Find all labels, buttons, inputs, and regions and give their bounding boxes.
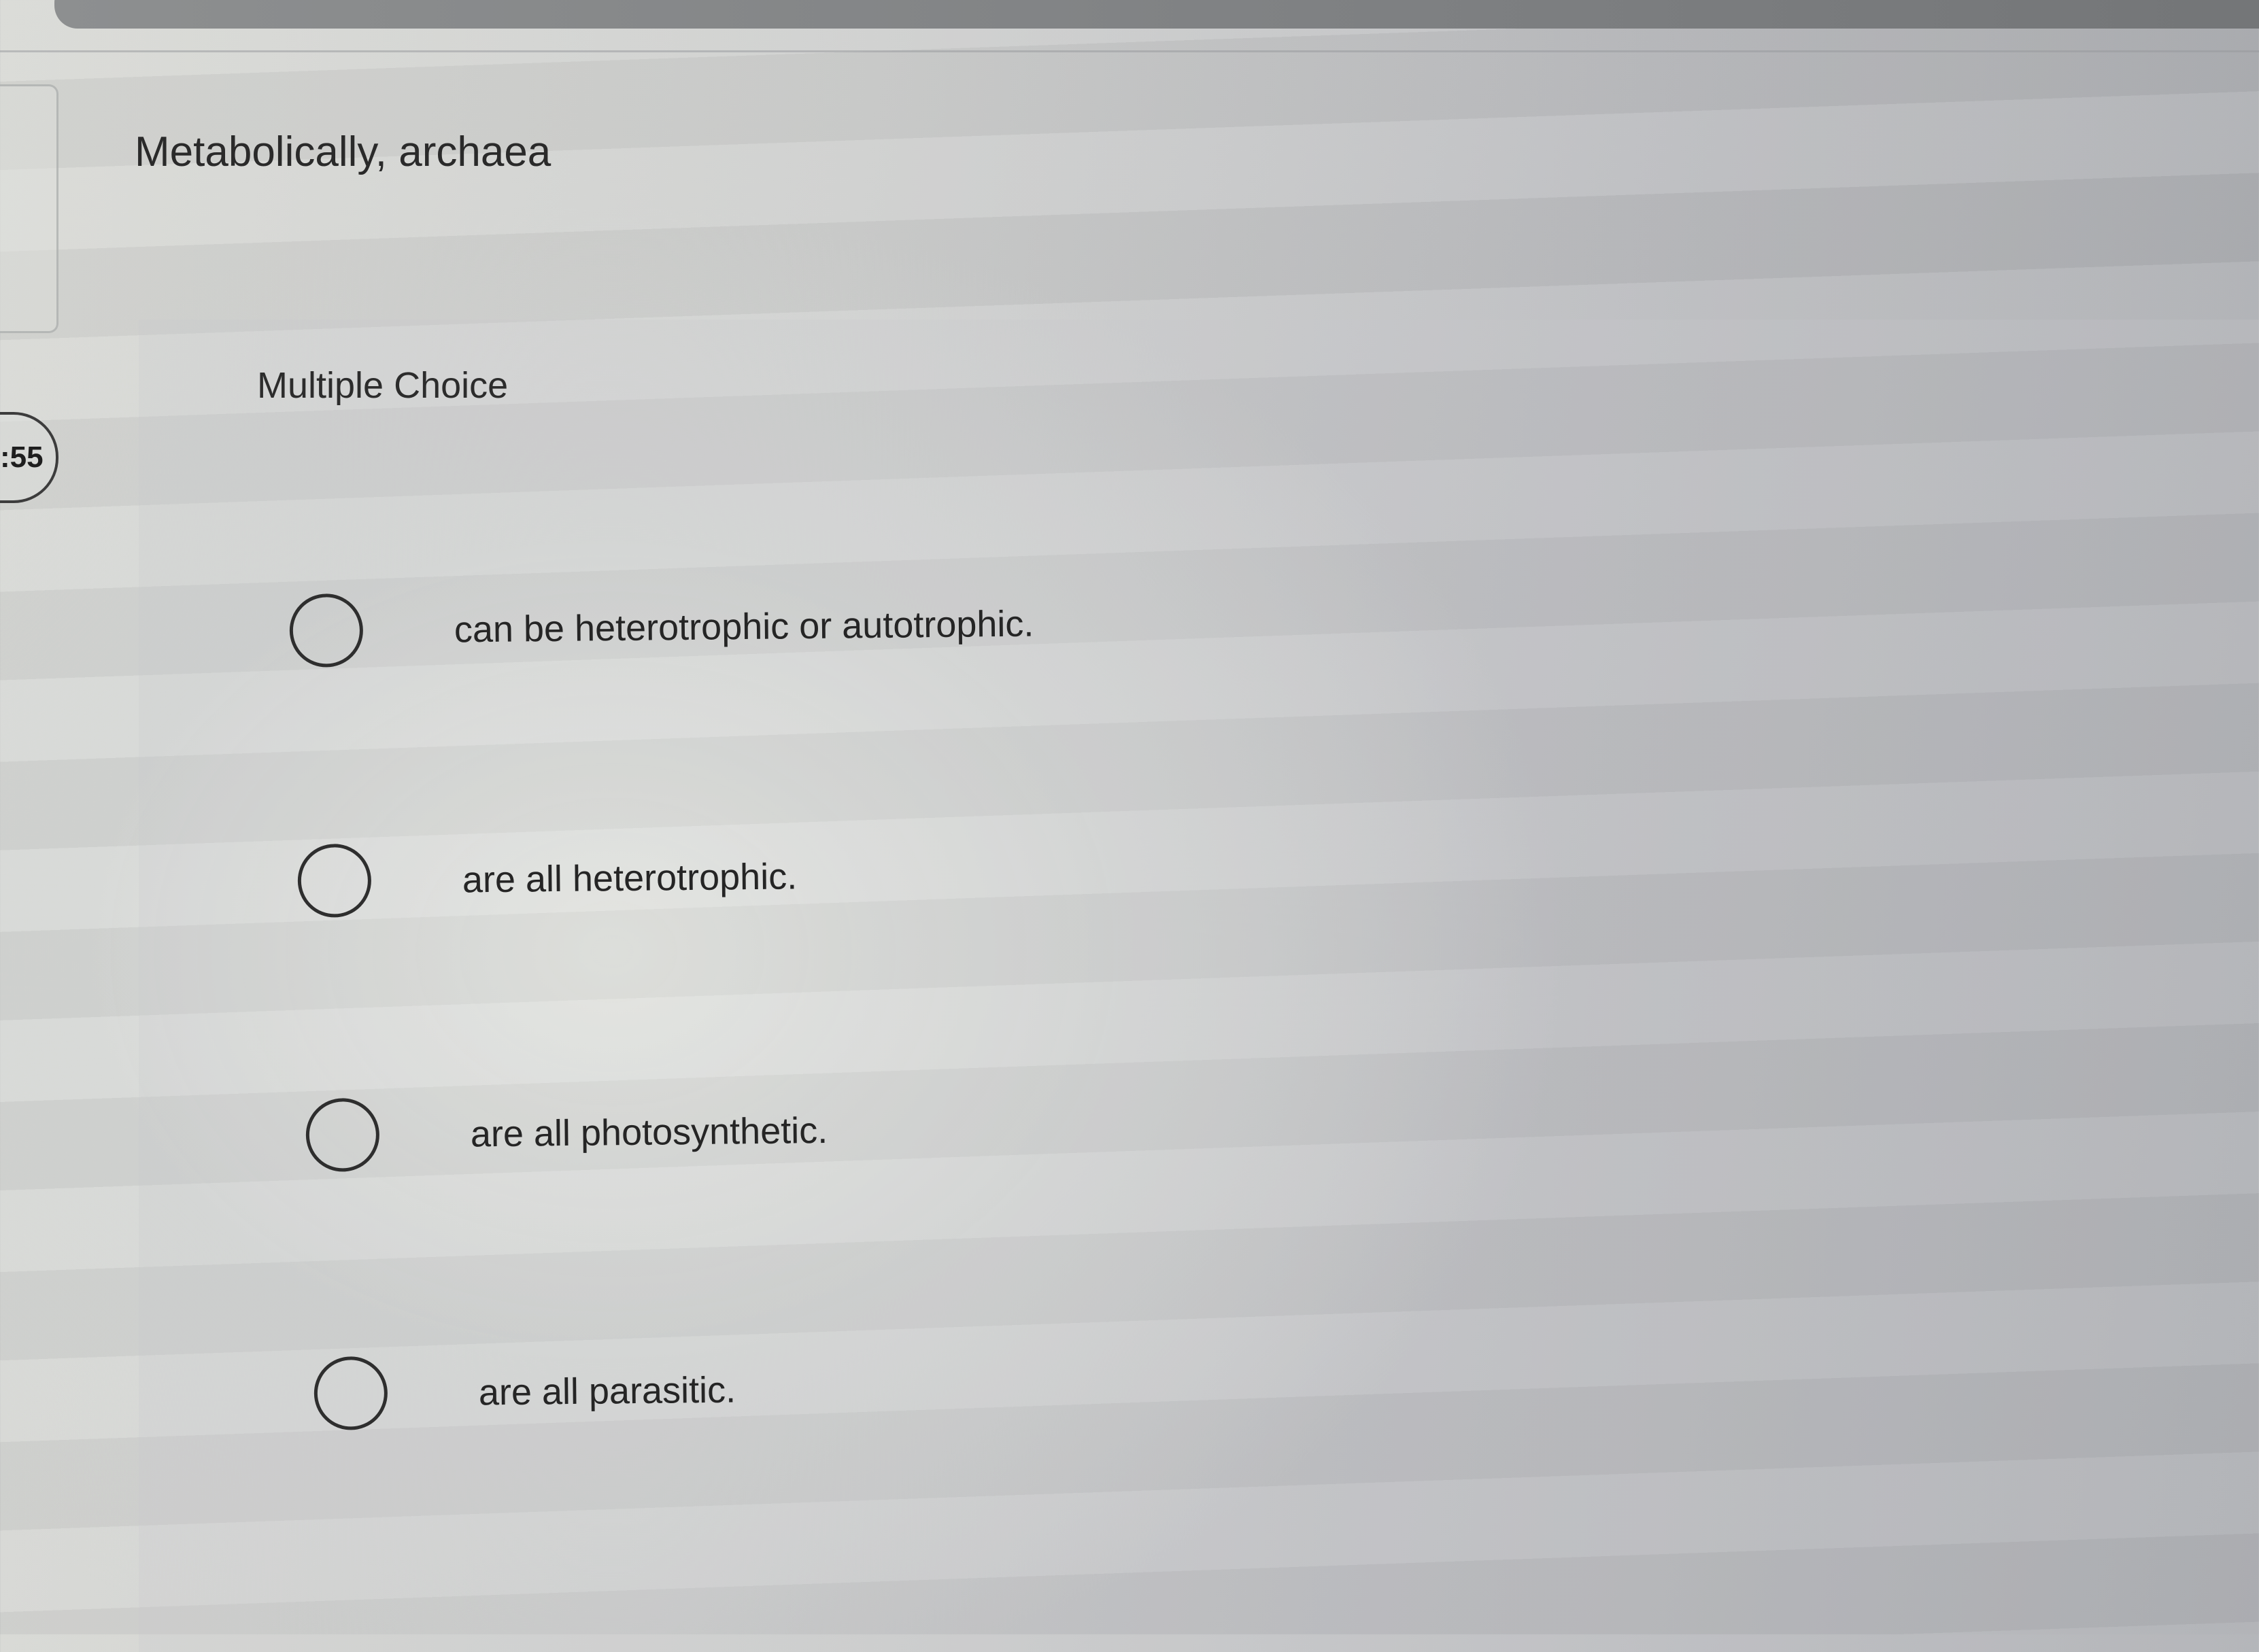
answer-option-label[interactable]: can be heterotrophic or autotrophic. xyxy=(454,603,1034,651)
radio-button[interactable] xyxy=(289,593,364,668)
side-panel-tab[interactable] xyxy=(0,84,58,333)
header-divider xyxy=(0,50,2259,52)
question-type-label: Multiple Choice xyxy=(257,365,509,406)
answer-panel xyxy=(139,320,2259,1652)
timer-text: :55 xyxy=(0,441,44,474)
answer-option-label[interactable]: are all heterotrophic. xyxy=(462,855,798,901)
radio-button[interactable] xyxy=(297,843,372,918)
top-navigation-bar xyxy=(54,0,2259,29)
question-prompt: Metabolically, archaea xyxy=(135,128,551,175)
answer-option-label[interactable]: are all photosynthetic. xyxy=(471,1109,828,1155)
answer-option-label[interactable]: are all parasitic. xyxy=(479,1369,736,1414)
radio-button[interactable] xyxy=(313,1356,388,1430)
radio-button[interactable] xyxy=(305,1097,380,1172)
